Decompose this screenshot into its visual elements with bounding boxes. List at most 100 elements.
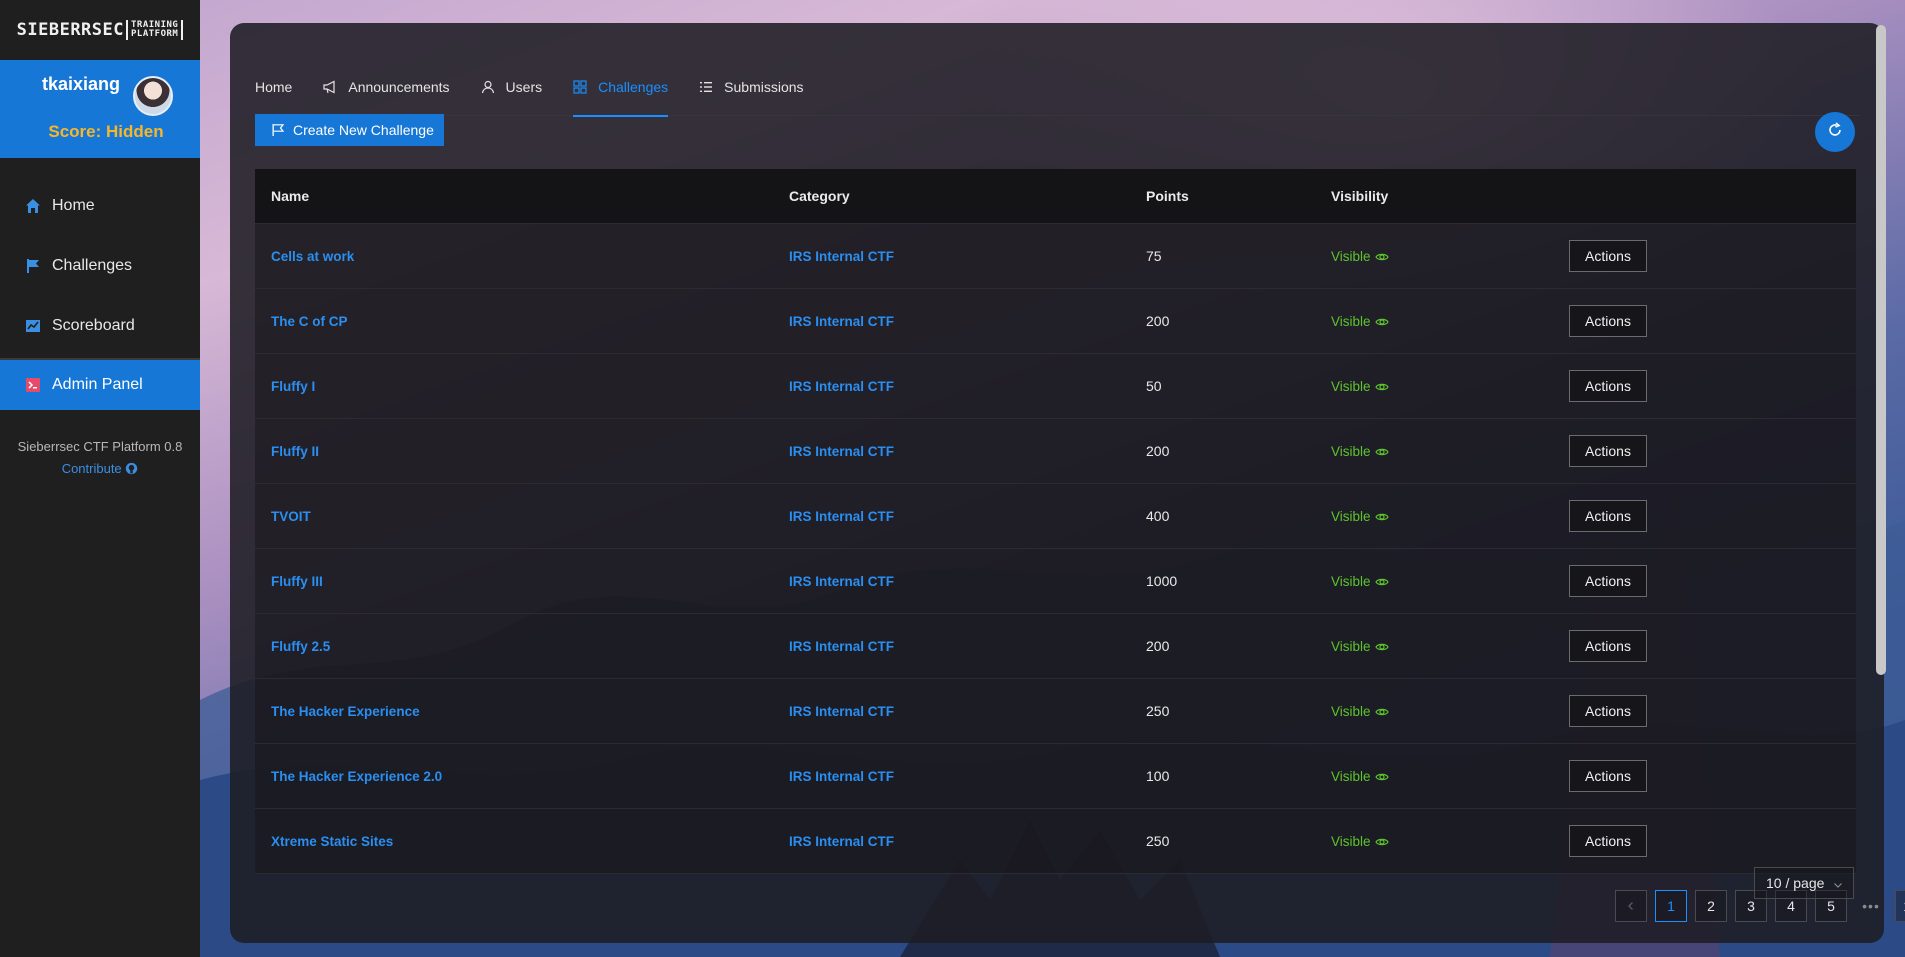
challenge-points: 250 bbox=[1146, 703, 1170, 719]
create-new-challenge-button[interactable]: Create New Challenge bbox=[255, 114, 444, 146]
table-row: TVOIT IRS Internal CTF 400 Visible Actions bbox=[255, 484, 1856, 549]
actions-button[interactable]: Actions bbox=[1569, 695, 1647, 727]
table-row: Xtreme Static Sites IRS Internal CTF 250 Vi… bbox=[255, 809, 1856, 874]
logo-subtitle: TRAINING PLATFORM bbox=[126, 20, 184, 40]
visibility-status: Visible bbox=[1331, 314, 1389, 329]
sidebar-item-label: Home bbox=[52, 197, 95, 214]
challenge-name-link[interactable]: The Hacker Experience bbox=[271, 704, 420, 719]
actions-button[interactable]: Actions bbox=[1569, 565, 1647, 597]
sidebar-item-home[interactable]: Home bbox=[0, 176, 200, 236]
challenge-name-link[interactable]: Fluffy III bbox=[271, 574, 323, 589]
challenge-points: 200 bbox=[1146, 443, 1170, 459]
column-header-points[interactable]: Points bbox=[1146, 188, 1331, 204]
contribute-link[interactable]: Contribute bbox=[0, 458, 200, 482]
table-row: The Hacker Experience 2.0 IRS Internal CT… bbox=[255, 744, 1856, 809]
challenge-category-link[interactable]: IRS Internal CTF bbox=[789, 704, 894, 719]
flag-icon bbox=[24, 257, 42, 275]
visibility-status: Visible bbox=[1331, 379, 1389, 394]
challenge-name-link[interactable]: TVOIT bbox=[271, 509, 311, 524]
actions-button[interactable]: Actions bbox=[1569, 500, 1647, 532]
challenge-category-link[interactable]: IRS Internal CTF bbox=[789, 834, 894, 849]
refresh-button[interactable] bbox=[1815, 112, 1855, 152]
sidebar-item-challenges[interactable]: Challenges bbox=[0, 236, 200, 296]
visibility-status: Visible bbox=[1331, 769, 1389, 784]
actions-button[interactable]: Actions bbox=[1569, 305, 1647, 337]
eye-icon bbox=[1374, 315, 1389, 329]
page-1-button[interactable]: 1 bbox=[1655, 890, 1687, 922]
tab-users[interactable]: Users bbox=[481, 58, 542, 116]
column-header-visibility[interactable]: Visibility bbox=[1331, 188, 1569, 204]
platform-version: Sieberrsec CTF Platform 0.8 bbox=[17, 439, 183, 454]
sidebar-item-label: Challenges bbox=[52, 257, 133, 274]
column-header-category[interactable]: Category bbox=[789, 188, 1146, 204]
line-chart-icon bbox=[24, 317, 42, 335]
actions-button[interactable]: Actions bbox=[1569, 630, 1647, 662]
sidebar-item-label: Admin Panel bbox=[52, 376, 143, 393]
avatar[interactable] bbox=[133, 76, 173, 116]
challenge-category-link[interactable]: IRS Internal CTF bbox=[789, 379, 894, 394]
table-row: Fluffy III IRS Internal CTF 1000 Visible Act… bbox=[255, 549, 1856, 614]
challenge-category-link[interactable]: IRS Internal CTF bbox=[789, 769, 894, 784]
challenge-name-link[interactable]: Fluffy 2.5 bbox=[271, 639, 330, 654]
challenge-name-link[interactable]: Fluffy II bbox=[271, 444, 319, 459]
challenge-name-link[interactable]: The C of CP bbox=[271, 314, 348, 329]
reload-icon bbox=[1827, 121, 1843, 143]
page-15-button[interactable]: 15 bbox=[1895, 890, 1905, 922]
table-row: Cells at work IRS Internal CTF 75 Visible Ac… bbox=[255, 224, 1856, 289]
tab-announcements[interactable]: Announcements bbox=[323, 58, 450, 116]
challenges-table: Name Category Points Visibility Cells at… bbox=[255, 169, 1856, 874]
chevron-left-icon bbox=[1628, 902, 1633, 910]
user-icon bbox=[481, 80, 495, 94]
actions-button[interactable]: Actions bbox=[1569, 760, 1647, 792]
table-header: Name Category Points Visibility bbox=[255, 169, 1856, 224]
challenge-category-link[interactable]: IRS Internal CTF bbox=[789, 639, 894, 654]
scrollbar[interactable] bbox=[1876, 25, 1886, 675]
challenge-category-link[interactable]: IRS Internal CTF bbox=[789, 249, 894, 264]
eye-icon bbox=[1374, 510, 1389, 524]
prev-page-button[interactable] bbox=[1615, 890, 1647, 922]
challenge-category-link[interactable]: IRS Internal CTF bbox=[789, 509, 894, 524]
admin-panel-content: Home Announcements Users Challenges Subm… bbox=[230, 23, 1905, 943]
page-2-button[interactable]: 2 bbox=[1695, 890, 1727, 922]
app-logo[interactable]: SIEBERRSEC TRAINING PLATFORM bbox=[0, 0, 200, 60]
visibility-status: Visible bbox=[1331, 704, 1389, 719]
visibility-status: Visible bbox=[1331, 834, 1389, 849]
sidebar: SIEBERRSEC TRAINING PLATFORM tkaixiang Sc… bbox=[0, 0, 200, 957]
challenge-points: 400 bbox=[1146, 508, 1170, 524]
eye-icon bbox=[1374, 250, 1389, 264]
actions-button[interactable]: Actions bbox=[1569, 825, 1647, 857]
eye-icon bbox=[1374, 835, 1389, 849]
flag-icon bbox=[271, 123, 285, 137]
page-size-select[interactable]: 10 / page bbox=[1754, 867, 1854, 899]
pagination-jump-next[interactable]: ••• bbox=[1855, 890, 1887, 922]
visibility-status: Visible bbox=[1331, 639, 1389, 654]
tab-home[interactable]: Home bbox=[255, 58, 292, 116]
column-header-name[interactable]: Name bbox=[255, 188, 789, 204]
challenge-name-link[interactable]: Fluffy I bbox=[271, 379, 315, 394]
list-icon bbox=[699, 80, 713, 94]
tab-submissions[interactable]: Submissions bbox=[699, 58, 804, 116]
eye-icon bbox=[1374, 705, 1389, 719]
table-row: Fluffy II IRS Internal CTF 200 Visible Actio… bbox=[255, 419, 1856, 484]
admin-tabs: Home Announcements Users Challenges Subm… bbox=[255, 58, 1859, 117]
challenge-category-link[interactable]: IRS Internal CTF bbox=[789, 314, 894, 329]
sidebar-item-admin-panel[interactable]: Admin Panel bbox=[0, 360, 200, 410]
tab-challenges[interactable]: Challenges bbox=[573, 58, 669, 117]
challenge-name-link[interactable]: The Hacker Experience 2.0 bbox=[271, 769, 442, 784]
challenge-category-link[interactable]: IRS Internal CTF bbox=[789, 444, 894, 459]
challenge-name-link[interactable]: Xtreme Static Sites bbox=[271, 834, 393, 849]
actions-button[interactable]: Actions bbox=[1569, 435, 1647, 467]
table-row: The Hacker Experience IRS Internal CTF 250… bbox=[255, 679, 1856, 744]
home-icon bbox=[24, 197, 42, 215]
visibility-status: Visible bbox=[1331, 509, 1389, 524]
sidebar-item-scoreboard[interactable]: Scoreboard bbox=[0, 296, 200, 356]
challenge-category-link[interactable]: IRS Internal CTF bbox=[789, 574, 894, 589]
actions-button[interactable]: Actions bbox=[1569, 240, 1647, 272]
table-row: Fluffy I IRS Internal CTF 50 Visible Actions bbox=[255, 354, 1856, 419]
username[interactable]: tkaixiang bbox=[42, 74, 120, 95]
actions-button[interactable]: Actions bbox=[1569, 370, 1647, 402]
challenge-points: 250 bbox=[1146, 833, 1170, 849]
challenge-points: 75 bbox=[1146, 248, 1162, 264]
challenge-name-link[interactable]: Cells at work bbox=[271, 249, 354, 264]
challenge-points: 100 bbox=[1146, 768, 1170, 784]
